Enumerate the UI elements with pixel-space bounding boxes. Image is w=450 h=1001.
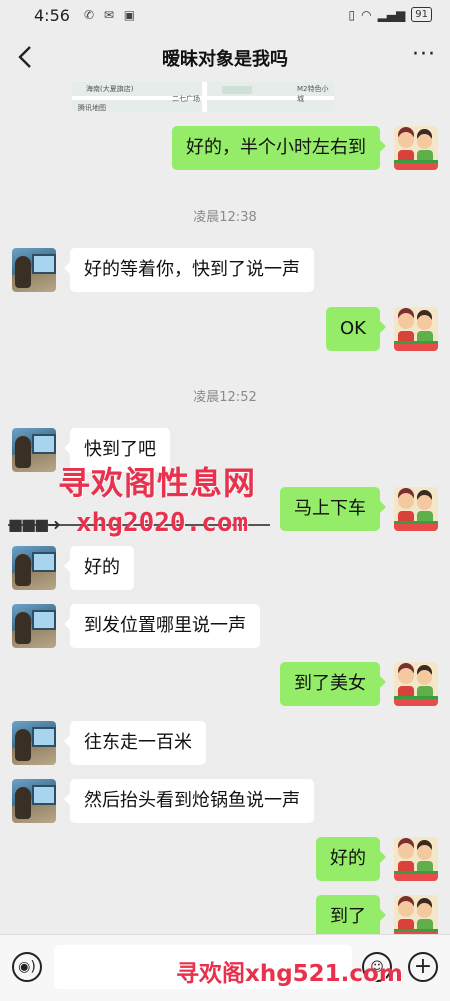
message-bubble[interactable]: 马上下车 <box>280 487 386 531</box>
more-options-icon[interactable]: ··· <box>412 42 436 67</box>
map-label: 海南(大夏旗店) <box>86 85 134 93</box>
my-avatar[interactable] <box>394 487 438 531</box>
message-bubble[interactable]: 好的 <box>64 546 134 590</box>
my-avatar[interactable] <box>394 895 438 934</box>
contact-avatar[interactable] <box>12 779 56 823</box>
status-time: 4:56 <box>34 6 70 25</box>
message-bubble[interactable]: 好的，半个小时左右到 <box>172 126 386 170</box>
battery-icon: 91 <box>411 7 432 22</box>
message-sent: OK <box>326 307 438 351</box>
message-sent: 马上下车 <box>280 487 438 531</box>
message-received: 好的 <box>12 546 134 590</box>
message-bubble[interactable]: 好的 <box>316 837 386 881</box>
watermark-footer: 寻欢阁xhg521.com <box>176 961 403 987</box>
message-received: 好的等着你，快到了说一声 <box>12 248 314 292</box>
message-received: 往东走一百米 <box>12 721 206 765</box>
message-bubble[interactable]: 好的等着你，快到了说一声 <box>64 248 314 292</box>
voice-input-icon[interactable]: ◉) <box>12 952 42 982</box>
notification-icons: ✆ ✉ ▣ <box>84 8 139 22</box>
chat-header: 暧昧对象是我吗 ··· <box>0 32 450 82</box>
signal-icon: ▂▄▆ <box>377 7 406 22</box>
message-sent: 到了美女 <box>280 662 438 706</box>
status-bar: 4:56 ✆ ✉ ▣ ▯ ◠ ▂▄▆ 91 <box>0 0 450 32</box>
map-label: M2特色小城 <box>297 85 329 103</box>
message-received: 到发位置哪里说一声 <box>12 604 260 648</box>
message-bubble[interactable]: 到了美女 <box>280 662 386 706</box>
vibrate-icon: ▯ <box>348 7 356 22</box>
message-bubble[interactable]: 到发位置哪里说一声 <box>64 604 260 648</box>
contact-avatar[interactable] <box>12 604 56 648</box>
message-timestamp: 凌晨12:38 <box>193 210 257 225</box>
message-sent: 好的 <box>316 837 438 881</box>
message-timestamp: 凌晨12:52 <box>193 390 257 405</box>
message-sent: 好的，半个小时左右到 <box>172 126 438 170</box>
status-right: ▯ ◠ ▂▄▆ 91 <box>348 7 432 22</box>
chat-title: 暧昧对象是我吗 <box>162 49 288 70</box>
watermark-url: xhg2020.com <box>76 508 249 538</box>
location-map-preview[interactable]: 海南(大夏旗店) 二七广场 M2特色小城 腾讯地图 <box>72 82 334 112</box>
contact-avatar[interactable] <box>12 248 56 292</box>
message-bubble[interactable]: OK <box>326 307 386 351</box>
add-more-icon[interactable]: + <box>408 952 438 982</box>
my-avatar[interactable] <box>394 837 438 881</box>
message-bubble[interactable]: 然后抬头看到炝锅鱼说一声 <box>64 779 314 823</box>
my-avatar[interactable] <box>394 126 438 170</box>
contact-avatar[interactable] <box>12 721 56 765</box>
message-bubble[interactable]: 往东走一百米 <box>64 721 206 765</box>
map-label: 腾讯地图 <box>78 104 106 112</box>
wifi-icon: ◠ <box>361 7 372 22</box>
map-label: 二七广场 <box>172 95 200 103</box>
message-received: 然后抬头看到炝锅鱼说一声 <box>12 779 314 823</box>
my-avatar[interactable] <box>394 307 438 351</box>
contact-avatar[interactable] <box>12 428 56 472</box>
message-bubble[interactable]: 到了 <box>316 895 386 934</box>
watermark-arrow-icon: ■■■➜ <box>8 515 61 534</box>
contact-avatar[interactable] <box>12 546 56 590</box>
watermark-text: 寻欢阁性息网 <box>58 464 257 502</box>
my-avatar[interactable] <box>394 662 438 706</box>
message-sent: 到了 <box>316 895 438 934</box>
